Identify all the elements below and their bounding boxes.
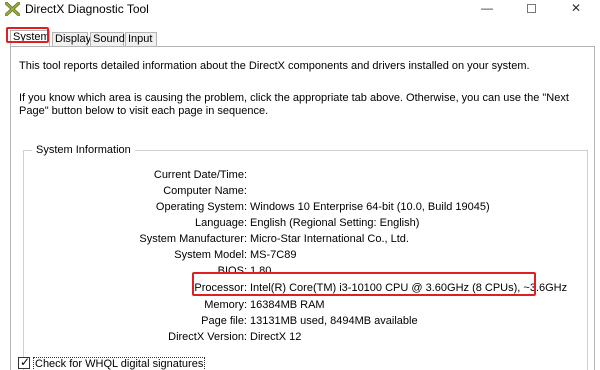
row-memory: Memory: 16384MB RAM bbox=[24, 299, 584, 315]
group-title: System Information bbox=[32, 144, 135, 156]
info-label: Page file: bbox=[201, 315, 247, 327]
info-value: 13131MB used, 8494MB available bbox=[250, 315, 418, 327]
close-button[interactable]: ✕ bbox=[554, 0, 598, 18]
info-label: Current Date/Time: bbox=[153, 169, 247, 181]
maximize-button[interactable] bbox=[509, 0, 553, 18]
row-page-file: Page file: 13131MB used, 8494MB availabl… bbox=[24, 315, 584, 331]
row-system-manufacturer: System Manufacturer: Micro-Star Internat… bbox=[24, 233, 584, 249]
info-value: English (Regional Setting: English) bbox=[250, 217, 420, 229]
info-value: Micro-Star International Co., Ltd. bbox=[250, 233, 409, 245]
row-language: Language: English (Regional Setting: Eng… bbox=[24, 217, 584, 233]
system-tab-panel: This tool reports detailed information a… bbox=[10, 46, 595, 370]
row-operating-system: Operating System: Windows 10 Enterprise … bbox=[24, 201, 584, 217]
maximize-icon bbox=[526, 4, 536, 13]
whql-label[interactable]: Check for WHQL digital signatures bbox=[33, 357, 206, 370]
system-tab-highlight-box bbox=[6, 27, 49, 43]
info-value: 16384MB RAM bbox=[250, 299, 325, 311]
tab-display[interactable]: Display bbox=[52, 32, 91, 46]
row-current-date-time: Current Date/Time: bbox=[24, 169, 584, 185]
info-label: Memory: bbox=[204, 299, 247, 311]
system-information-group: System Information Current Date/Time: Co… bbox=[23, 144, 588, 370]
tab-input[interactable]: Input bbox=[125, 32, 157, 46]
window-title: DirectX Diagnostic Tool bbox=[25, 2, 149, 16]
minimize-button[interactable]: — bbox=[465, 0, 509, 18]
info-label: Operating System: bbox=[155, 201, 247, 213]
checkmark-icon: ✓ bbox=[20, 355, 31, 369]
info-value: MS-7C89 bbox=[250, 249, 297, 261]
info-label: Computer Name: bbox=[163, 185, 247, 197]
row-system-model: System Model: MS-7C89 bbox=[24, 249, 584, 265]
row-directx-version: DirectX Version: DirectX 12 bbox=[24, 331, 584, 347]
directx-x-icon bbox=[5, 2, 20, 16]
intro-text-2: If you know which area is causing the pr… bbox=[19, 92, 569, 117]
tab-strip: System Display Sound Input bbox=[4, 30, 600, 46]
info-label: DirectX Version: bbox=[168, 331, 247, 343]
tab-sound[interactable]: Sound bbox=[90, 32, 125, 46]
info-label: System Model: bbox=[174, 249, 247, 261]
info-value: DirectX 12 bbox=[250, 331, 302, 343]
info-value: Windows 10 Enterprise 64-bit (10.0, Buil… bbox=[250, 201, 490, 213]
row-computer-name: Computer Name: bbox=[24, 185, 584, 201]
title-bar: DirectX Diagnostic Tool — ✕ bbox=[0, 0, 600, 18]
processor-highlight-box bbox=[192, 272, 536, 296]
whql-checkbox[interactable]: ✓ bbox=[18, 355, 31, 369]
intro-text-1: This tool reports detailed information a… bbox=[19, 60, 530, 72]
info-label: System Manufacturer: bbox=[139, 233, 247, 245]
info-label: Language: bbox=[195, 217, 247, 229]
